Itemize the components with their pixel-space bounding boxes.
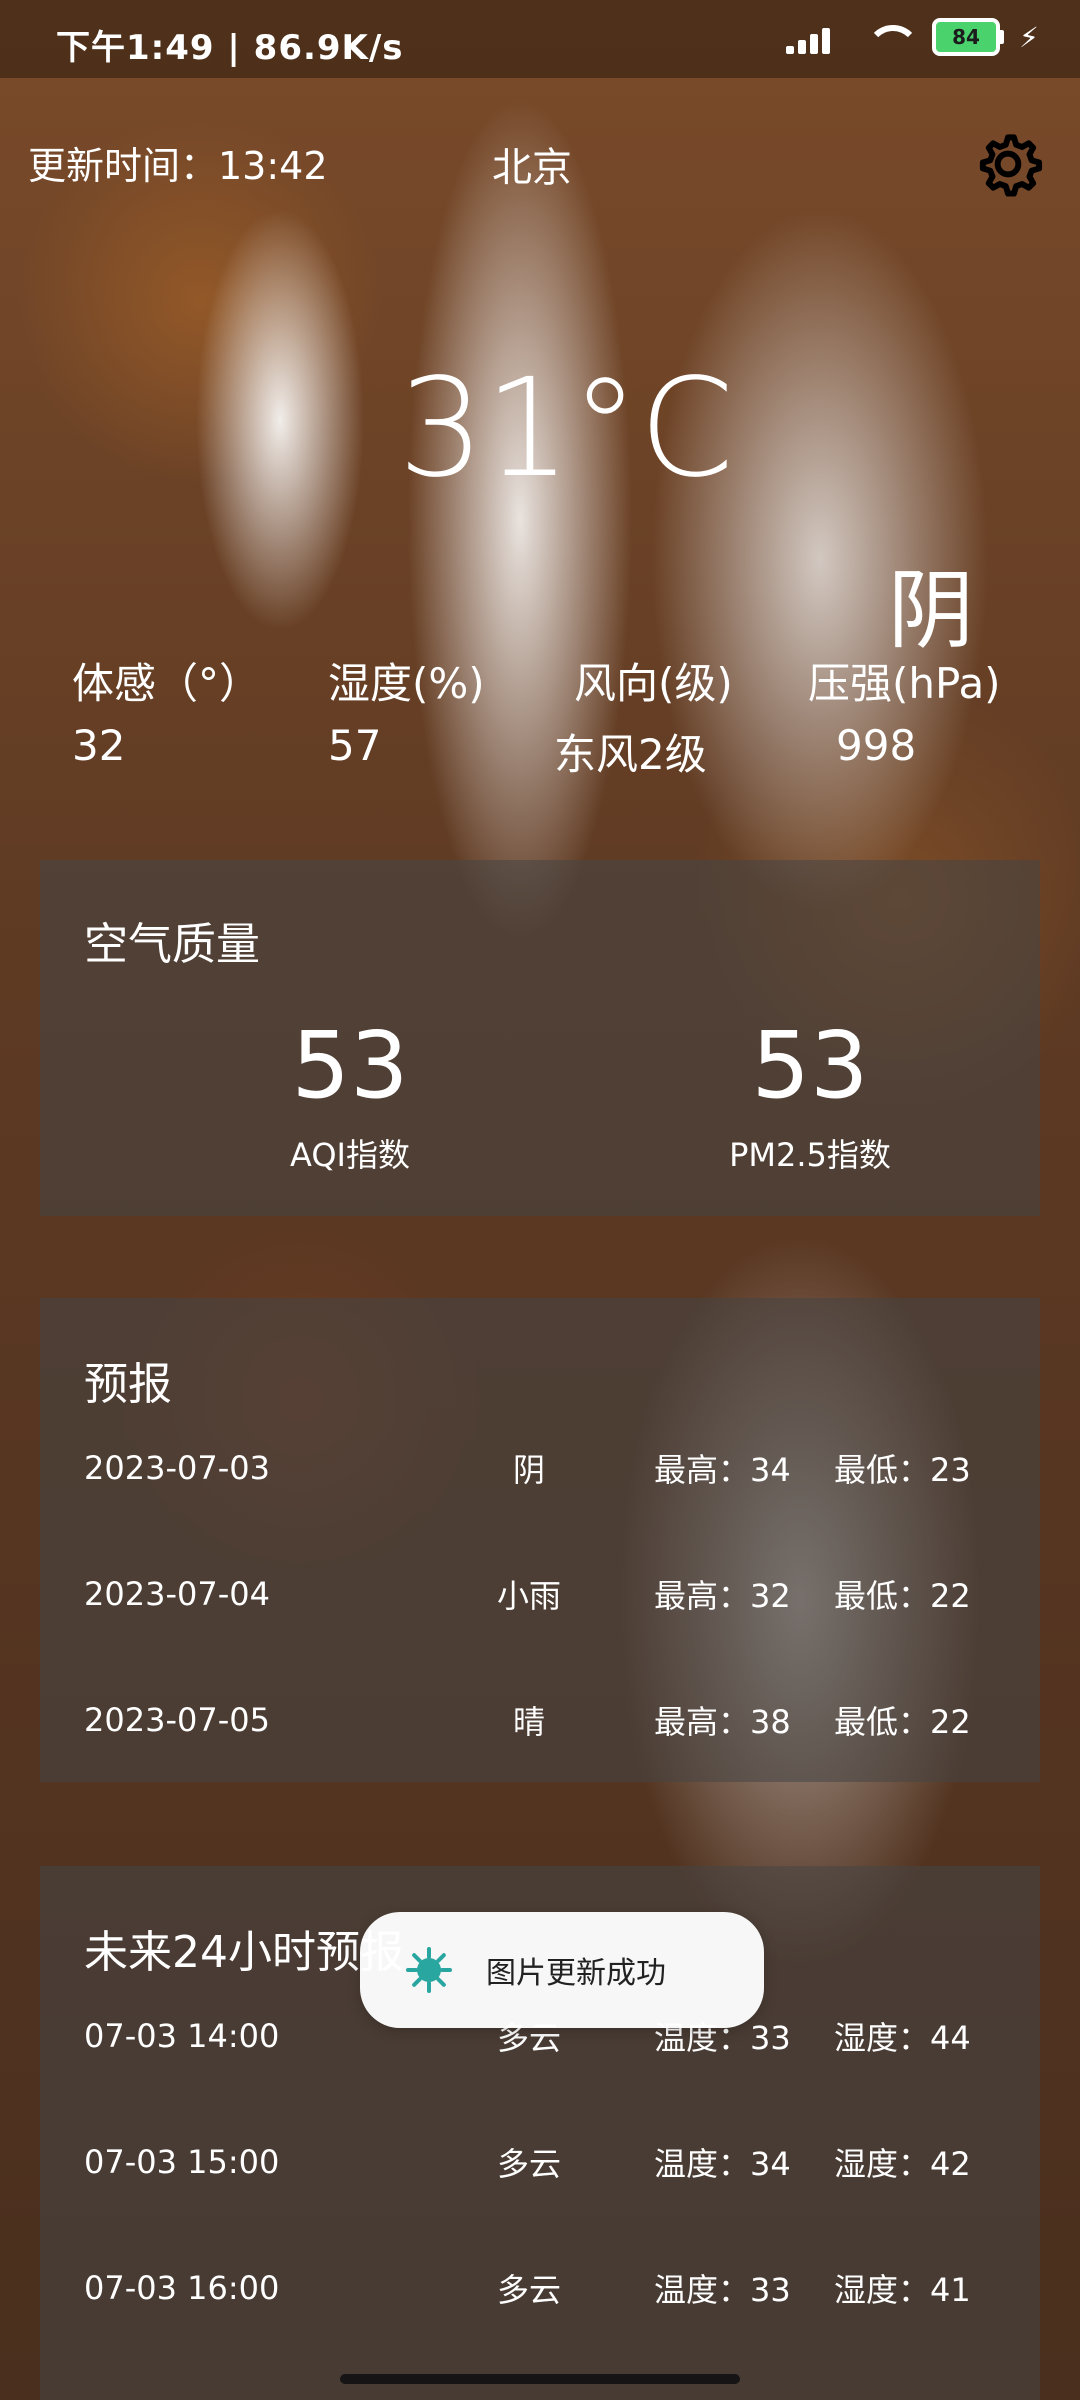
update-time: 更新时间：13:42 — [28, 144, 328, 188]
pm25-block: 53 PM2.5指数 — [680, 1020, 940, 1176]
wifi-icon — [860, 19, 920, 55]
metric-value: 57 — [328, 721, 382, 770]
air-quality-panel: 空气质量 53 AQI指数 53 PM2.5指数 — [40, 860, 1040, 1216]
gear-icon — [979, 134, 1043, 197]
metric-value: 东风2级 — [554, 730, 707, 779]
metric-label: 湿度(%) — [328, 659, 485, 708]
forecast-low: 最低：22 — [834, 1577, 971, 1615]
air-quality-title: 空气质量 — [84, 919, 260, 970]
hourly-humidity: 湿度：41 — [834, 2271, 971, 2309]
forecast-date: 2023-07-05 — [84, 1701, 270, 1739]
aqi-block: 53 AQI指数 — [220, 1020, 480, 1176]
forecast-condition: 小雨 — [496, 1577, 561, 1615]
hourly-humidity: 湿度：44 — [834, 2019, 971, 2057]
metric-wind: 风向(级) 东风2级 — [554, 650, 733, 782]
hourly-row: 07-03 16:00 多云 温度：33 湿度：41 — [84, 2228, 1044, 2348]
forecast-row: 2023-07-04 小雨 最高：32 最低：22 — [84, 1534, 1044, 1654]
signal-icon — [786, 20, 842, 54]
forecast-high: 最高：38 — [654, 1703, 791, 1741]
hourly-title: 未来24小时预报 — [84, 1927, 404, 1978]
hourly-humidity: 湿度：42 — [834, 2145, 971, 2183]
forecast-condition: 晴 — [512, 1703, 545, 1741]
forecast-condition: 阴 — [512, 1451, 545, 1489]
metric-label: 体感（°） — [72, 659, 262, 708]
hourly-time: 07-03 16:00 — [84, 2269, 280, 2307]
image-update-toast: 图片更新成功 — [360, 1912, 764, 2028]
aqi-label: AQI指数 — [290, 1136, 410, 1174]
pm25-label: PM2.5指数 — [729, 1136, 891, 1174]
current-temperature: 31°C — [398, 350, 735, 508]
sun-icon — [406, 1947, 452, 1993]
forecast-date: 2023-07-04 — [84, 1575, 270, 1613]
status-bar: 下午1:49 | 86.9K/s 84 ⚡ — [0, 0, 1080, 78]
metric-value: 998 — [836, 721, 917, 770]
settings-button[interactable] — [968, 124, 1048, 204]
battery-icon: 84 — [932, 18, 1004, 56]
city-name: 北京 — [492, 145, 572, 191]
metric-humidity: 湿度(%) 57 — [328, 650, 485, 770]
status-right-icons: 84 ⚡ — [786, 18, 1040, 56]
forecast-panel: 预报 2023-07-03 阴 最高：34 最低：23 2023-07-04 小… — [40, 1298, 1040, 1782]
forecast-low: 最低：23 — [834, 1451, 971, 1489]
metric-feels-like: 体感（°） 32 — [72, 650, 261, 770]
forecast-high: 最高：34 — [654, 1451, 791, 1489]
toast-text: 图片更新成功 — [486, 1956, 666, 1991]
forecast-row: 2023-07-05 晴 最高：38 最低：22 — [84, 1660, 1044, 1780]
current-condition: 阴 — [888, 561, 974, 661]
hourly-temp: 温度：33 — [654, 2271, 791, 2309]
hourly-condition: 多云 — [496, 2271, 561, 2309]
pm25-value: 53 — [751, 1012, 869, 1119]
aqi-value: 53 — [291, 1012, 409, 1119]
home-indicator[interactable] — [340, 2374, 740, 2384]
metric-pressure: 压强(hPa) 998 — [808, 650, 1001, 770]
hourly-time: 07-03 15:00 — [84, 2143, 280, 2181]
hourly-temp: 温度：34 — [654, 2145, 791, 2183]
forecast-high: 最高：32 — [654, 1577, 791, 1615]
hourly-condition: 多云 — [496, 2145, 561, 2183]
metric-value: 32 — [72, 721, 126, 770]
hourly-row: 07-03 15:00 多云 温度：34 湿度：42 — [84, 2102, 1044, 2222]
battery-level: 84 — [952, 25, 980, 49]
forecast-title: 预报 — [84, 1359, 172, 1410]
forecast-row: 2023-07-03 阴 最高：34 最低：23 — [84, 1408, 1044, 1528]
forecast-date: 2023-07-03 — [84, 1449, 270, 1487]
metric-label: 压强(hPa) — [808, 659, 1001, 708]
metric-label: 风向(级) — [574, 659, 733, 708]
status-left-text: 下午1:49 | 86.9K/s — [56, 28, 404, 68]
forecast-low: 最低：22 — [834, 1703, 971, 1741]
charging-icon: ⚡ — [1019, 20, 1039, 54]
